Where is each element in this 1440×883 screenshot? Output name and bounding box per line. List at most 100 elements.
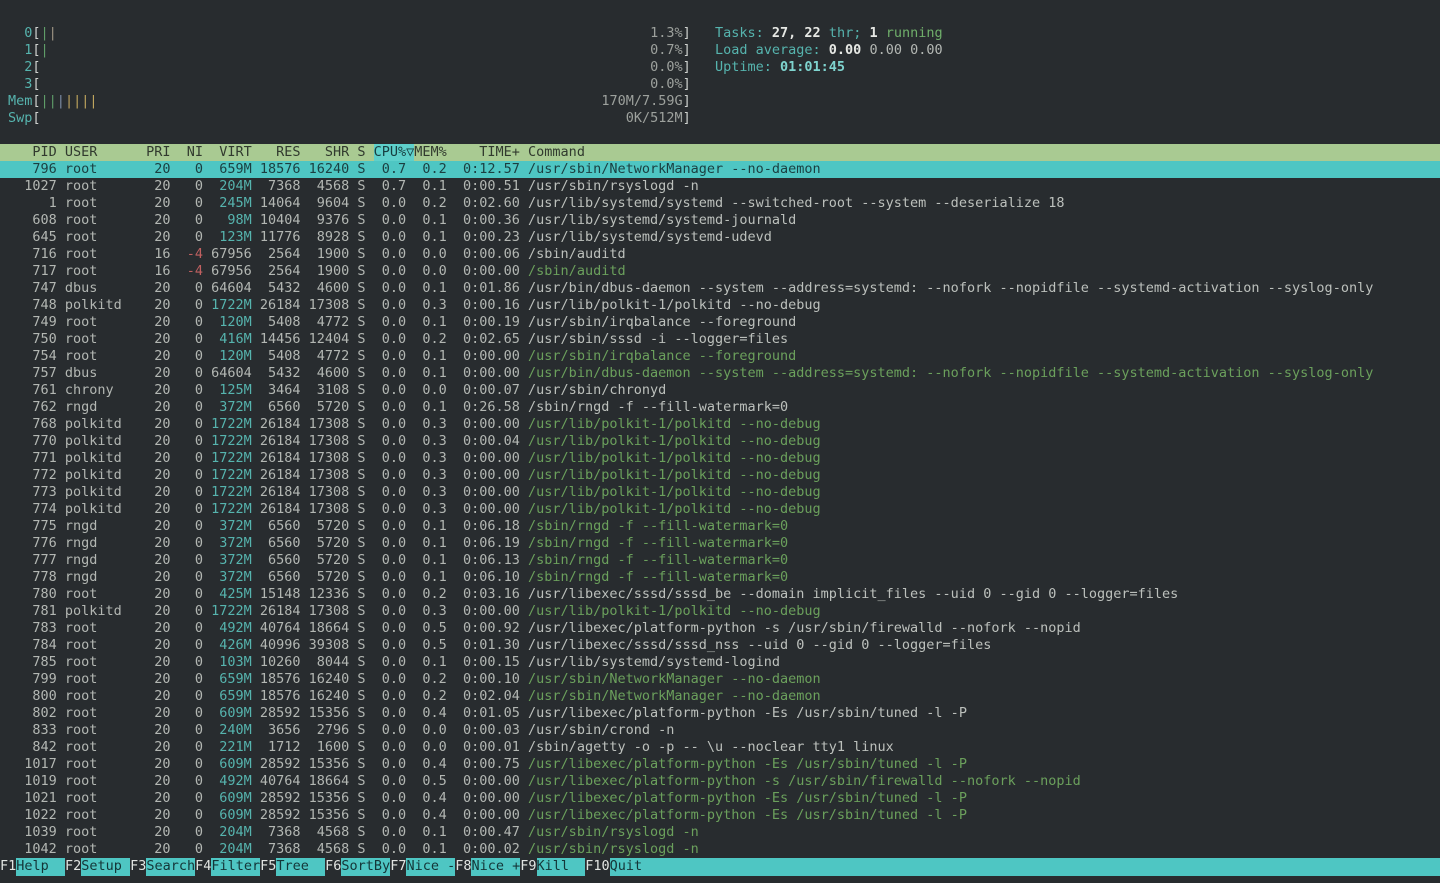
- process-cpu: 0.0: [374, 450, 407, 467]
- process-row-796[interactable]: 796root200659M1857616240S0.70.20:12.57/u…: [0, 161, 1440, 178]
- process-shr: 18664: [309, 773, 350, 790]
- process-row-1017[interactable]: 1017root200609M2859215356S0.00.40:00.75/…: [0, 756, 1440, 773]
- process-row-748[interactable]: 748polkitd2001722M2618417308S0.00.30:00.…: [0, 297, 1440, 314]
- process-row-781[interactable]: 781polkitd2001722M2618417308S0.00.30:00.…: [0, 603, 1440, 620]
- process-row-774[interactable]: 774polkitd2001722M2618417308S0.00.30:00.…: [0, 501, 1440, 518]
- process-user: root: [65, 773, 138, 790]
- process-mem: 0.2: [414, 586, 447, 603]
- fkey-setup[interactable]: F2Setup: [65, 858, 130, 876]
- process-shr: 4568: [309, 841, 350, 858]
- process-row-1[interactable]: 1root200245M140649604S0.00.20:02.60/usr/…: [0, 195, 1440, 212]
- process-virt: 240M: [211, 722, 252, 739]
- column-header-virt[interactable]: VIRT: [211, 144, 252, 161]
- column-header-cmd[interactable]: Command: [528, 144, 585, 161]
- process-row-1042[interactable]: 1042root200204M73684568S0.00.10:00.02/us…: [0, 841, 1440, 858]
- process-row-770[interactable]: 770polkitd2001722M2618417308S0.00.30:00.…: [0, 433, 1440, 450]
- fkey-kill[interactable]: F9Kill: [520, 858, 585, 876]
- process-row-1039[interactable]: 1039root200204M73684568S0.00.10:00.47/us…: [0, 824, 1440, 841]
- process-row-802[interactable]: 802root200609M2859215356S0.00.40:01.05/u…: [0, 705, 1440, 722]
- process-command: /sbin/auditd: [528, 246, 626, 262]
- uptime-text: 01:01:45: [780, 59, 845, 75]
- process-cpu: 0.0: [374, 807, 407, 824]
- fkey-tree[interactable]: F5Tree: [260, 858, 325, 876]
- process-row-747[interactable]: 747dbus2006460454324600S0.00.10:01.86/us…: [0, 280, 1440, 297]
- column-header-time[interactable]: TIME+: [455, 144, 520, 161]
- process-res: 18576: [260, 671, 301, 688]
- process-row-778[interactable]: 778rngd200372M65605720S0.00.10:06.10/sbi…: [0, 569, 1440, 586]
- column-header-shr[interactable]: SHR: [309, 144, 350, 161]
- process-mem: 0.1: [414, 841, 447, 858]
- column-header-res[interactable]: RES: [260, 144, 301, 161]
- process-row-783[interactable]: 783root200492M4076418664S0.00.50:00.92/u…: [0, 620, 1440, 637]
- fkey-filter[interactable]: F4Filter: [195, 858, 260, 876]
- process-pri: 20: [146, 671, 170, 688]
- process-row-608[interactable]: 608root20098M104049376S0.00.10:00.36/usr…: [0, 212, 1440, 229]
- process-user: rngd: [65, 535, 138, 552]
- process-row-1022[interactable]: 1022root200609M2859215356S0.00.40:00.00/…: [0, 807, 1440, 824]
- process-row-771[interactable]: 771polkitd2001722M2618417308S0.00.30:00.…: [0, 450, 1440, 467]
- fkey-help[interactable]: F1Help: [0, 858, 65, 876]
- process-row-754[interactable]: 754root200120M54084772S0.00.10:00.00/usr…: [0, 348, 1440, 365]
- process-row-761[interactable]: 761chrony200125M34643108S0.00.00:00.07/u…: [0, 382, 1440, 399]
- process-pid: 608: [8, 212, 57, 229]
- process-row-776[interactable]: 776rngd200372M65605720S0.00.10:06.19/sbi…: [0, 535, 1440, 552]
- fkey-nice[interactable]: F7Nice -: [390, 858, 455, 876]
- process-res: 3656: [260, 722, 301, 739]
- process-row-842[interactable]: 842root200221M17121600S0.00.00:00.01/sbi…: [0, 739, 1440, 756]
- process-res: 1712: [260, 739, 301, 756]
- meter-value: 0K/512M: [626, 110, 683, 127]
- column-header-mem[interactable]: MEM%: [414, 144, 447, 161]
- process-row-717[interactable]: 717root16-46795625641900S0.00.00:00.00/s…: [0, 263, 1440, 280]
- column-header-cpu[interactable]: CPU%: [374, 144, 407, 161]
- process-row-772[interactable]: 772polkitd2001722M2618417308S0.00.30:00.…: [0, 467, 1440, 484]
- process-row-785[interactable]: 785root200103M102608044S0.00.10:00.15/us…: [0, 654, 1440, 671]
- process-row-762[interactable]: 762rngd200372M65605720S0.00.10:26.58/sbi…: [0, 399, 1440, 416]
- fkey-sortby[interactable]: F6SortBy: [325, 858, 390, 876]
- process-row-799[interactable]: 799root200659M1857616240S0.00.20:00.10/u…: [0, 671, 1440, 688]
- process-row-1019[interactable]: 1019root200492M4076418664S0.00.50:00.00/…: [0, 773, 1440, 790]
- process-row-768[interactable]: 768polkitd2001722M2618417308S0.00.30:00.…: [0, 416, 1440, 433]
- column-header-user[interactable]: USER: [65, 144, 138, 161]
- process-s: S: [357, 365, 365, 382]
- process-pri: 20: [146, 756, 170, 773]
- fkey-label: Nice +: [471, 858, 520, 876]
- process-row-800[interactable]: 800root200659M1857616240S0.00.20:02.04/u…: [0, 688, 1440, 705]
- process-pri: 20: [146, 586, 170, 603]
- process-pid: 775: [8, 518, 57, 535]
- process-cpu: 0.0: [374, 263, 407, 280]
- process-row-645[interactable]: 645root200123M117768928S0.00.10:00.23/us…: [0, 229, 1440, 246]
- process-ni: 0: [179, 569, 203, 586]
- process-row-780[interactable]: 780root200425M1514812336S0.00.20:03.16/u…: [0, 586, 1440, 603]
- process-row-1027[interactable]: 1027root200204M73684568S0.70.10:00.51/us…: [0, 178, 1440, 195]
- process-time: 0:00.04: [455, 433, 520, 450]
- fkey-quit[interactable]: F10Quit: [585, 858, 1440, 876]
- process-cpu: 0.0: [374, 790, 407, 807]
- process-row-1021[interactable]: 1021root200609M2859215356S0.00.40:00.00/…: [0, 790, 1440, 807]
- process-row-716[interactable]: 716root16-46795625641900S0.00.00:00.06/s…: [0, 246, 1440, 263]
- process-user: root: [65, 841, 138, 858]
- column-header-s[interactable]: S: [357, 144, 365, 161]
- process-row-775[interactable]: 775rngd200372M65605720S0.00.10:06.18/sbi…: [0, 518, 1440, 535]
- process-pid: 762: [8, 399, 57, 416]
- process-res: 26184: [260, 450, 301, 467]
- fkey-nice[interactable]: F8Nice +: [455, 858, 520, 876]
- process-row-773[interactable]: 773polkitd2001722M2618417308S0.00.30:00.…: [0, 484, 1440, 501]
- column-header-ni[interactable]: NI: [179, 144, 203, 161]
- process-row-777[interactable]: 777rngd200372M65605720S0.00.10:06.13/sbi…: [0, 552, 1440, 569]
- meter-close-bracket: ]: [683, 59, 691, 76]
- process-row-749[interactable]: 749root200120M54084772S0.00.10:00.19/usr…: [0, 314, 1440, 331]
- process-pid: 747: [8, 280, 57, 297]
- process-ni: 0: [179, 773, 203, 790]
- process-cpu: 0.0: [374, 569, 407, 586]
- fkey-search[interactable]: F3Search: [130, 858, 195, 876]
- process-row-750[interactable]: 750root200416M1445612404S0.00.20:02.65/u…: [0, 331, 1440, 348]
- process-shr: 15356: [309, 756, 350, 773]
- column-header-pri[interactable]: PRI: [146, 144, 170, 161]
- process-mem: 0.2: [414, 671, 447, 688]
- process-row-757[interactable]: 757dbus2006460454324600S0.00.10:00.00/us…: [0, 365, 1440, 382]
- process-row-784[interactable]: 784root200426M4099639308S0.00.50:01.30/u…: [0, 637, 1440, 654]
- process-ni: 0: [179, 603, 203, 620]
- column-header-pid[interactable]: PID: [8, 144, 57, 161]
- process-row-833[interactable]: 833root200240M36562796S0.00.00:00.03/usr…: [0, 722, 1440, 739]
- meter-body: ||1.3%: [41, 25, 683, 42]
